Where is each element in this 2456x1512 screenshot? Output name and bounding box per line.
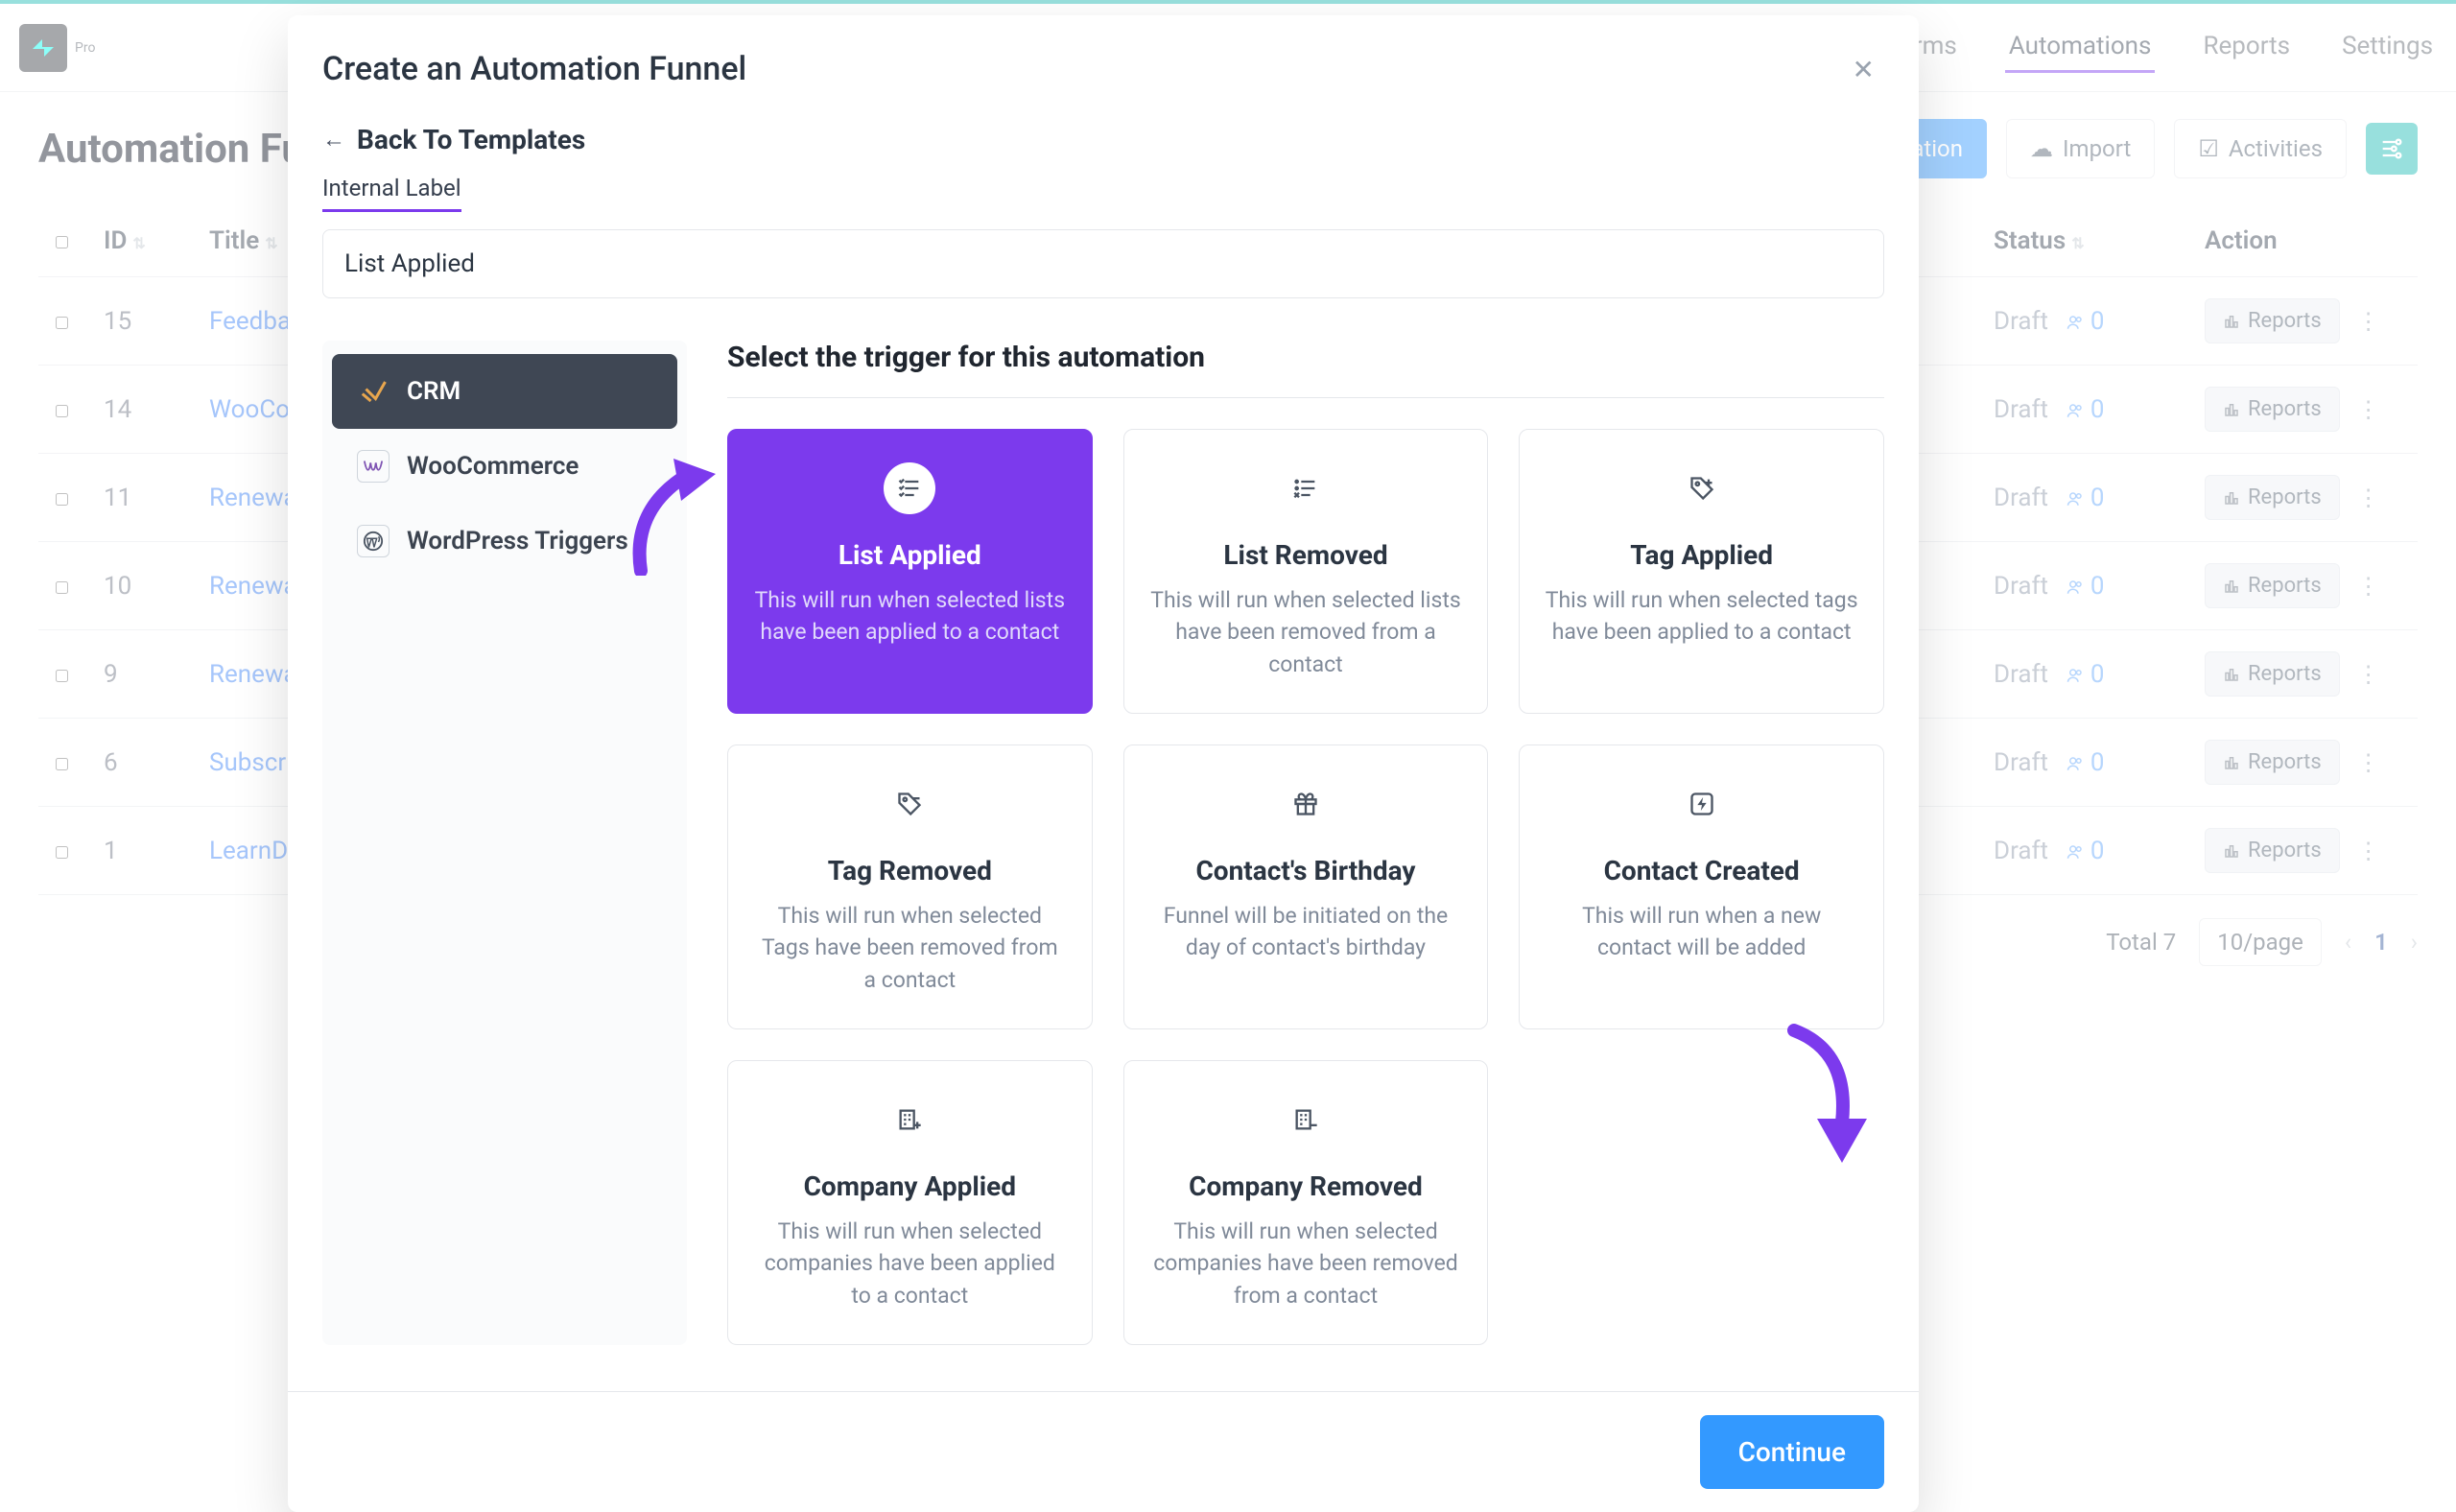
tag-plus-icon xyxy=(1676,462,1728,514)
company-minus-icon xyxy=(1280,1094,1332,1146)
internal-label-input[interactable] xyxy=(322,229,1884,298)
trigger-card-tag-applied[interactable]: Tag Applied This will run when selected t… xyxy=(1519,429,1884,714)
category-label: WooCommerce xyxy=(407,452,579,481)
trigger-card-company-applied[interactable]: Company Applied This will run when select… xyxy=(727,1060,1093,1345)
company-plus-icon xyxy=(884,1094,935,1146)
trigger-card-title: List Removed xyxy=(1149,539,1463,571)
trigger-card-desc: This will run when selected tags have be… xyxy=(1545,584,1858,649)
category-crm[interactable]: CRM xyxy=(332,354,677,429)
bolt-icon xyxy=(1676,778,1728,830)
list-x-icon xyxy=(1280,462,1332,514)
gift-icon xyxy=(1280,778,1332,830)
trigger-card-title: Tag Removed xyxy=(753,855,1067,886)
trigger-card-desc: This will run when selected Tags have be… xyxy=(753,900,1067,996)
check-stroke-icon xyxy=(357,375,390,408)
category-label: CRM xyxy=(407,377,460,406)
create-automation-modal: Create an Automation Funnel ✕ ← Back To … xyxy=(288,15,1919,1512)
trigger-card-contact-created[interactable]: Contact Created This will run when a new … xyxy=(1519,744,1884,1029)
trigger-card-desc: This will run when selected lists have b… xyxy=(1149,584,1463,680)
trigger-card-desc: This will run when selected companies ha… xyxy=(1149,1216,1463,1311)
trigger-card-title: Company Removed xyxy=(1149,1170,1463,1202)
continue-button[interactable]: Continue xyxy=(1700,1415,1884,1489)
trigger-card-title: Company Applied xyxy=(753,1170,1067,1202)
trigger-card-desc: This will run when a new contact will be… xyxy=(1545,900,1858,964)
category-woocommerce[interactable]: WooCommerce xyxy=(332,429,677,504)
list-check-icon xyxy=(884,462,935,514)
trigger-card-title: Contact Created xyxy=(1545,855,1858,886)
internal-label-caption: Internal Label xyxy=(322,175,461,212)
arrow-left-icon: ← xyxy=(322,126,345,154)
woocommerce-icon xyxy=(357,450,390,483)
close-icon[interactable]: ✕ xyxy=(1843,50,1884,89)
trigger-card-title: Tag Applied xyxy=(1545,539,1858,571)
trigger-card-list-removed[interactable]: List Removed This will run when selected … xyxy=(1123,429,1489,714)
trigger-card-desc: This will run when selected companies ha… xyxy=(753,1216,1067,1311)
trigger-area: Select the trigger for this automation L… xyxy=(727,341,1884,1345)
trigger-category-panel: CRM WooCommerce WordPress Triggers xyxy=(322,341,687,1345)
category-label: WordPress Triggers xyxy=(407,527,628,555)
trigger-card-tag-removed[interactable]: Tag Removed This will run when selected T… xyxy=(727,744,1093,1029)
trigger-grid: List Applied This will run when selected … xyxy=(727,429,1884,1345)
category-wordpress[interactable]: WordPress Triggers xyxy=(332,504,677,579)
back-to-templates-link[interactable]: ← Back To Templates xyxy=(322,124,1884,155)
modal-title: Create an Automation Funnel xyxy=(322,50,746,88)
trigger-card-title: List Applied xyxy=(753,539,1067,571)
tag-minus-icon xyxy=(884,778,935,830)
trigger-card-desc: This will run when selected lists have b… xyxy=(753,584,1067,649)
trigger-heading: Select the trigger for this automation xyxy=(727,341,1884,398)
trigger-card-list-applied[interactable]: List Applied This will run when selected … xyxy=(727,429,1093,714)
trigger-card-title: Contact's Birthday xyxy=(1149,855,1463,886)
wordpress-icon xyxy=(357,525,390,557)
trigger-card-contact-birthday[interactable]: Contact's Birthday Funnel will be initiat… xyxy=(1123,744,1489,1029)
trigger-card-company-removed[interactable]: Company Removed This will run when select… xyxy=(1123,1060,1489,1345)
back-label: Back To Templates xyxy=(357,124,585,155)
modal-footer: Continue xyxy=(288,1391,1919,1512)
trigger-card-desc: Funnel will be initiated on the day of c… xyxy=(1149,900,1463,964)
